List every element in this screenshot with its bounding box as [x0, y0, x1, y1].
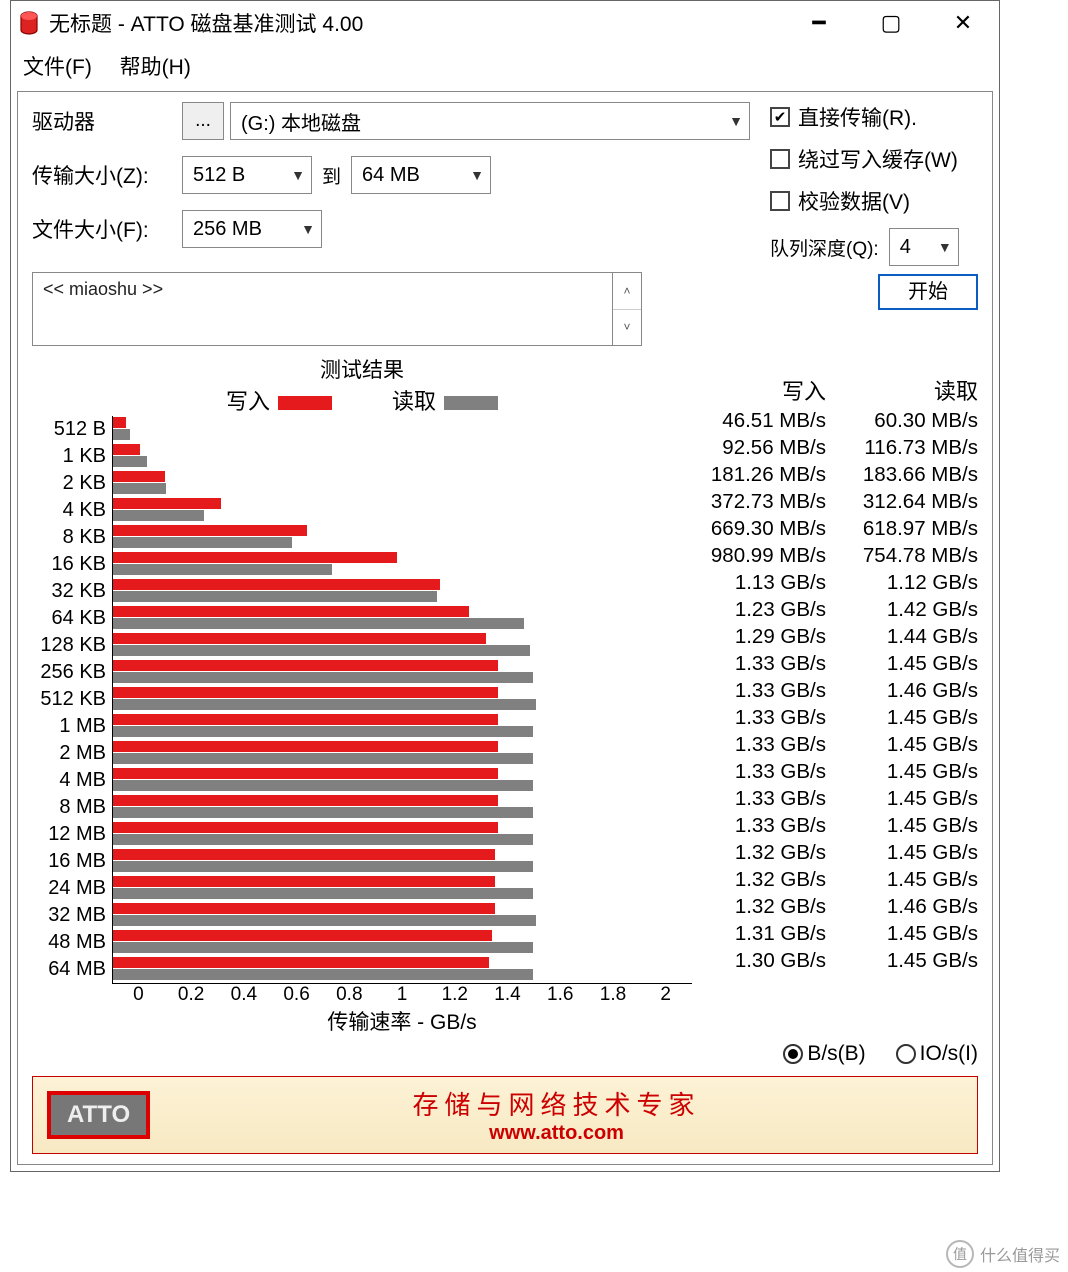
close-button[interactable]: ✕ [927, 1, 999, 45]
atto-logo: ATTO [47, 1091, 150, 1139]
app-window: 无标题 - ATTO 磁盘基准测试 4.00 ━ ▢ ✕ 文件(F) 帮助(H)… [10, 0, 1000, 1172]
transfer-size-label: 传输大小(Z): [32, 160, 182, 190]
chevron-down-icon: ▼ [301, 221, 315, 237]
unit-bs-radio[interactable]: B/s(B) [783, 1042, 865, 1066]
queue-depth-label: 队列深度(Q): [770, 234, 879, 261]
chart-yaxis: 512 B1 KB2 KB4 KB8 KB16 KB32 KB64 KB128 … [32, 416, 112, 984]
chevron-down-icon: ▼ [470, 167, 484, 183]
drive-label: 驱动器 [32, 106, 182, 136]
titlebar[interactable]: 无标题 - ATTO 磁盘基准测试 4.00 ━ ▢ ✕ [11, 1, 999, 45]
scroll-up-button[interactable]: ˄ [613, 273, 641, 310]
legend-read-swatch [444, 396, 498, 410]
window-title: 无标题 - ATTO 磁盘基准测试 4.00 [49, 8, 783, 38]
transfer-from-select[interactable]: 512 B▼ [182, 156, 312, 194]
chevron-down-icon: ▼ [291, 167, 305, 183]
app-icon [19, 10, 39, 36]
chart-xlabel: 传输速率 - GB/s [112, 1006, 692, 1036]
chart-xaxis: 00.20.40.60.811.21.41.61.82 [112, 984, 692, 1006]
scroll-down-button[interactable]: ˅ [613, 310, 641, 346]
direct-io-checkbox[interactable]: ✔ 直接传输(R). [770, 102, 978, 132]
chart-plot [112, 416, 692, 984]
checkbox-checked-icon: ✔ [770, 107, 790, 127]
drive-select[interactable]: (G:) 本地磁盘▼ [230, 102, 750, 140]
drive-browse-button[interactable]: ... [182, 102, 224, 140]
menu-help[interactable]: 帮助(H) [120, 56, 191, 79]
footer-banner: ATTO 存储与网络技术专家 www.atto.com [32, 1076, 978, 1154]
chevron-down-icon: ▼ [938, 239, 952, 255]
checkbox-icon [770, 149, 790, 169]
file-size-select[interactable]: 256 MB▼ [182, 210, 322, 248]
queue-depth-select[interactable]: 4▼ [889, 228, 959, 266]
start-button[interactable]: 开始 [878, 274, 978, 310]
results-title: 测试结果 [32, 354, 692, 384]
watermark: 值 什么值得买 [938, 1236, 1068, 1272]
read-column: 读取 60.30 MB/s116.73 MB/s183.66 MB/s312.6… [844, 378, 978, 1036]
file-size-label: 文件大小(F): [32, 214, 182, 244]
description-box[interactable]: << miaoshu >> ˄ ˅ [32, 272, 642, 346]
to-label: 到 [322, 162, 341, 189]
menu-file[interactable]: 文件(F) [23, 56, 92, 79]
transfer-to-select[interactable]: 64 MB▼ [351, 156, 491, 194]
bypass-cache-checkbox[interactable]: 绕过写入缓存(W) [770, 144, 978, 174]
maximize-button[interactable]: ▢ [855, 1, 927, 45]
verify-data-checkbox[interactable]: 校验数据(V) [770, 186, 978, 216]
write-column: 写入 46.51 MB/s92.56 MB/s181.26 MB/s372.73… [692, 378, 826, 1036]
unit-ios-radio[interactable]: IO/s(I) [896, 1042, 978, 1066]
checkbox-icon [770, 191, 790, 211]
menubar: 文件(F) 帮助(H) [11, 45, 999, 91]
chevron-down-icon: ▼ [729, 113, 743, 129]
minimize-button[interactable]: ━ [783, 1, 855, 45]
legend-write-swatch [278, 396, 332, 410]
chart-legend: 写入 读取 [32, 384, 692, 416]
